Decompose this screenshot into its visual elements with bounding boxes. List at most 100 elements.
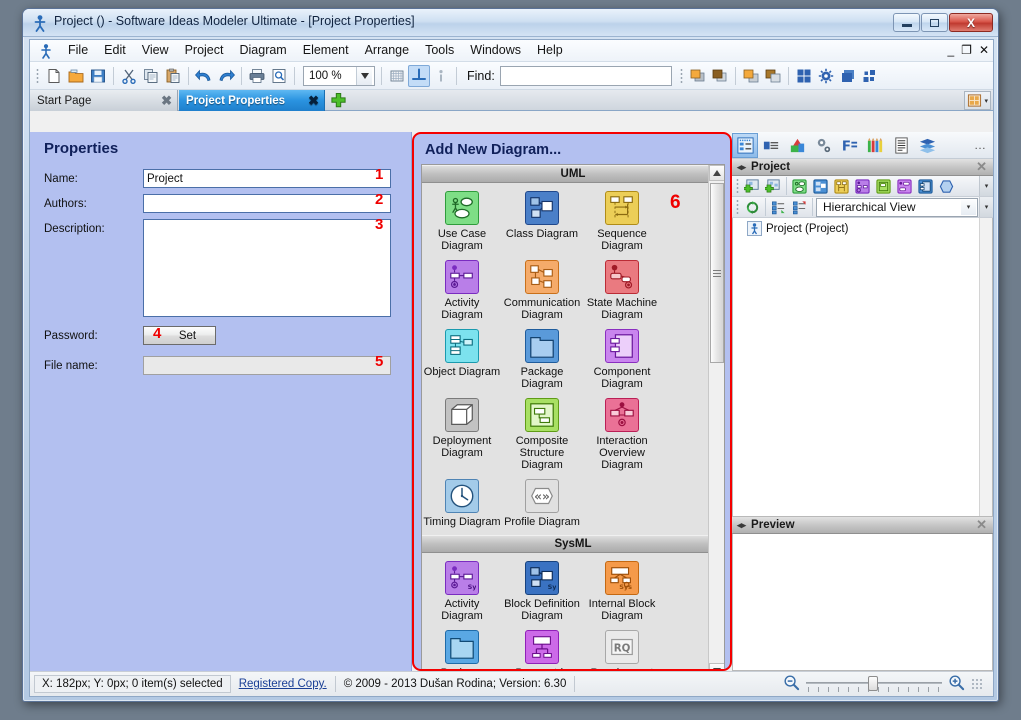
tab-start-page[interactable]: Start Page ✖ xyxy=(30,90,178,111)
copy-icon[interactable] xyxy=(140,65,162,87)
diagram-item-sysml-activity[interactable]: Sys Activity Diagram xyxy=(422,558,502,627)
expand-all-icon[interactable] xyxy=(768,197,789,217)
profile-type-icon[interactable] xyxy=(936,176,957,196)
tab-project-properties[interactable]: Project Properties ✖ xyxy=(179,90,325,111)
tile-windows-icon[interactable] xyxy=(793,65,815,87)
toolbar-grip[interactable] xyxy=(36,67,39,84)
diagram-item-timing[interactable]: Timing Diagram xyxy=(422,476,502,533)
zoom-in-magnifier-icon[interactable] xyxy=(948,674,965,694)
undo-arrow-icon[interactable] xyxy=(193,65,215,87)
documentation-icon[interactable] xyxy=(888,133,914,158)
bring-forward-icon[interactable] xyxy=(687,65,709,87)
slider-thumb[interactable] xyxy=(868,676,878,691)
project-toolbar-row-1-dropdown[interactable]: ▾ xyxy=(979,176,993,196)
zoom-slider[interactable] xyxy=(806,675,942,693)
bring-to-front-icon[interactable] xyxy=(740,65,762,87)
diagram-item-component[interactable]: Component Diagram xyxy=(582,326,662,395)
chevron-down-icon[interactable]: ▾ xyxy=(961,199,976,215)
use-case-type-icon[interactable] xyxy=(789,176,810,196)
project-tree[interactable]: Project (Project) xyxy=(732,218,993,517)
zoom-level-combobox[interactable]: 100 % xyxy=(303,65,375,86)
state-type-icon[interactable] xyxy=(894,176,915,196)
layers-stack-icon[interactable] xyxy=(914,133,940,158)
refresh-icon[interactable] xyxy=(742,197,763,217)
scroll-down-button[interactable] xyxy=(709,663,724,669)
pencils-styles-icon[interactable] xyxy=(862,133,888,158)
gear-star-icon[interactable] xyxy=(815,65,837,87)
toolbar-grip[interactable] xyxy=(736,199,739,215)
cut-scissors-icon[interactable] xyxy=(118,65,140,87)
menu-item-windows[interactable]: Windows xyxy=(462,40,529,61)
collapse-all-icon[interactable] xyxy=(789,197,810,217)
scroll-up-button[interactable] xyxy=(709,165,724,181)
palette-colors-icon[interactable] xyxy=(784,133,810,158)
diagram-item-profile[interactable]: «» Profile Diagram xyxy=(502,476,582,533)
resize-grip-icon[interactable] xyxy=(971,678,983,690)
project-toolbar-row-2-dropdown[interactable]: ▾ xyxy=(979,197,993,217)
new-icon[interactable] xyxy=(43,65,65,87)
diagram-item-deployment[interactable]: Deployment Diagram xyxy=(422,395,502,476)
diagram-item-use-case[interactable]: Use Case Diagram xyxy=(422,188,502,257)
registered-copy-link[interactable]: Registered Copy. xyxy=(231,678,335,690)
save-icon[interactable] xyxy=(87,65,109,87)
add-plus-icon[interactable] xyxy=(330,92,347,109)
diagram-item-package[interactable]: Package Diagram xyxy=(502,326,582,395)
close-icon[interactable]: ✕ xyxy=(976,159,987,175)
menu-item-edit[interactable]: Edit xyxy=(96,40,134,61)
group-header-sysml[interactable]: SysML xyxy=(422,535,724,553)
format-font-icon[interactable]: F xyxy=(836,133,862,158)
view-mode-combobox[interactable]: Hierarchical View ▾ xyxy=(816,197,978,217)
print-icon[interactable] xyxy=(246,65,268,87)
name-input[interactable] xyxy=(143,169,391,188)
add-diagram-icon[interactable] xyxy=(742,176,763,196)
diagram-item-requirement[interactable]: RQ Requirement Diagram xyxy=(582,627,662,669)
class-type-icon[interactable] xyxy=(810,176,831,196)
diagram-item-object[interactable]: Object Diagram xyxy=(422,326,502,395)
paste-clipboard-icon[interactable] xyxy=(162,65,184,87)
composite-type-icon[interactable] xyxy=(873,176,894,196)
snap-to-guide-icon[interactable] xyxy=(408,64,430,87)
menu-item-arrange[interactable]: Arrange xyxy=(357,40,417,61)
diagram-item-interaction-overview[interactable]: Interaction Overview Diagram xyxy=(582,395,662,476)
close-icon[interactable]: ✕ xyxy=(976,517,987,533)
project-tree-scrollbar[interactable] xyxy=(979,218,992,516)
diagram-item-class[interactable]: Class Diagram xyxy=(502,188,582,257)
scrollbar-thumb[interactable] xyxy=(710,183,724,363)
diagram-item-block-definition[interactable]: Sys Block Definition Diagram xyxy=(502,558,582,627)
toolbar-grip[interactable] xyxy=(679,67,683,84)
mdi-restore-button[interactable]: ❐ xyxy=(961,43,972,57)
tab-close-icon[interactable]: ✖ xyxy=(161,93,172,109)
pin-auto-hide-icon[interactable]: ◂▸ xyxy=(737,162,746,173)
pin-auto-hide-icon[interactable]: ◂▸ xyxy=(737,520,746,531)
zoom-out-magnifier-icon[interactable] xyxy=(783,674,800,694)
diagram-item-communication[interactable]: Communication Diagram xyxy=(502,257,582,326)
diagram-item-internal-block[interactable]: Sys Internal Block Diagram xyxy=(582,558,662,627)
send-backward-icon[interactable] xyxy=(709,65,731,87)
diagram-item-composite-structure[interactable]: Composite Structure Diagram xyxy=(502,395,582,476)
tree-item-project[interactable]: Project (Project) xyxy=(733,218,992,239)
minimize-button[interactable] xyxy=(893,13,920,32)
toolbar-overflow-button[interactable]: … xyxy=(974,138,993,152)
find-input[interactable] xyxy=(499,65,672,86)
maximize-button[interactable] xyxy=(921,13,948,32)
tab-close-icon[interactable]: ✖ xyxy=(308,93,319,109)
diagram-item-activity[interactable]: Activity Diagram xyxy=(422,257,502,326)
structure-tree-icon[interactable] xyxy=(758,133,784,158)
settings-gears-icon[interactable] xyxy=(810,133,836,158)
mdi-minimize-button[interactable]: _ xyxy=(947,43,954,57)
activity-type-icon[interactable] xyxy=(852,176,873,196)
chevron-down-icon[interactable] xyxy=(356,66,372,85)
diagram-list-scrollbar[interactable] xyxy=(708,165,724,669)
project-tree-icon[interactable] xyxy=(732,132,758,158)
diagram-item-sequence[interactable]: Sequence Diagram xyxy=(582,188,662,257)
print-preview-icon[interactable] xyxy=(268,65,290,87)
blocks-icon[interactable] xyxy=(859,65,881,87)
send-to-back-icon[interactable] xyxy=(762,65,784,87)
authors-input[interactable] xyxy=(143,194,391,213)
panel-layout-button[interactable]: ▾ xyxy=(964,91,991,110)
sequence-type-icon[interactable] xyxy=(831,176,852,196)
group-header-uml[interactable]: UML xyxy=(422,165,724,183)
menu-item-file[interactable]: File xyxy=(60,40,96,61)
toolbar-grip[interactable] xyxy=(736,178,739,194)
diagram-item-sysml-package[interactable]: Package Diagram xyxy=(422,627,502,669)
